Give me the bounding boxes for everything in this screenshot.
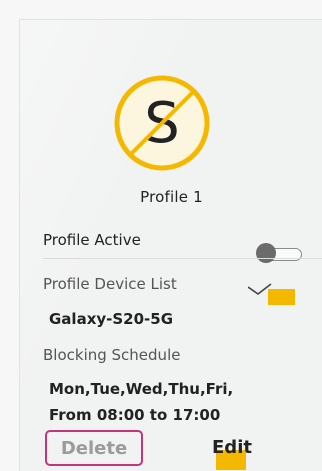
blocked-profile-icon: S [114, 75, 210, 171]
blocking-schedule-label: Blocking Schedule [43, 346, 181, 364]
edit-button[interactable]: Edit [200, 432, 264, 462]
schedule-time: From 08:00 to 17:00 [49, 406, 221, 424]
device-list-toggle[interactable] [247, 282, 300, 308]
delete-button[interactable]: Delete [45, 430, 143, 466]
profile-active-toggle[interactable] [256, 243, 302, 263]
device-name: Galaxy-S20-5G [49, 310, 174, 328]
profile-card: S Profile 1 Profile Active Profile Devic… [19, 19, 322, 471]
divider [43, 258, 322, 259]
edit-label: Edit [212, 436, 252, 458]
chevron-down-icon [247, 283, 295, 305]
profile-active-label: Profile Active [43, 231, 141, 249]
toggle-knob [256, 243, 276, 263]
schedule-days: Mon,Tue,Wed,Thu,Fri, [49, 380, 234, 398]
profile-name: Profile 1 [140, 188, 203, 206]
device-list-label: Profile Device List [43, 275, 177, 293]
